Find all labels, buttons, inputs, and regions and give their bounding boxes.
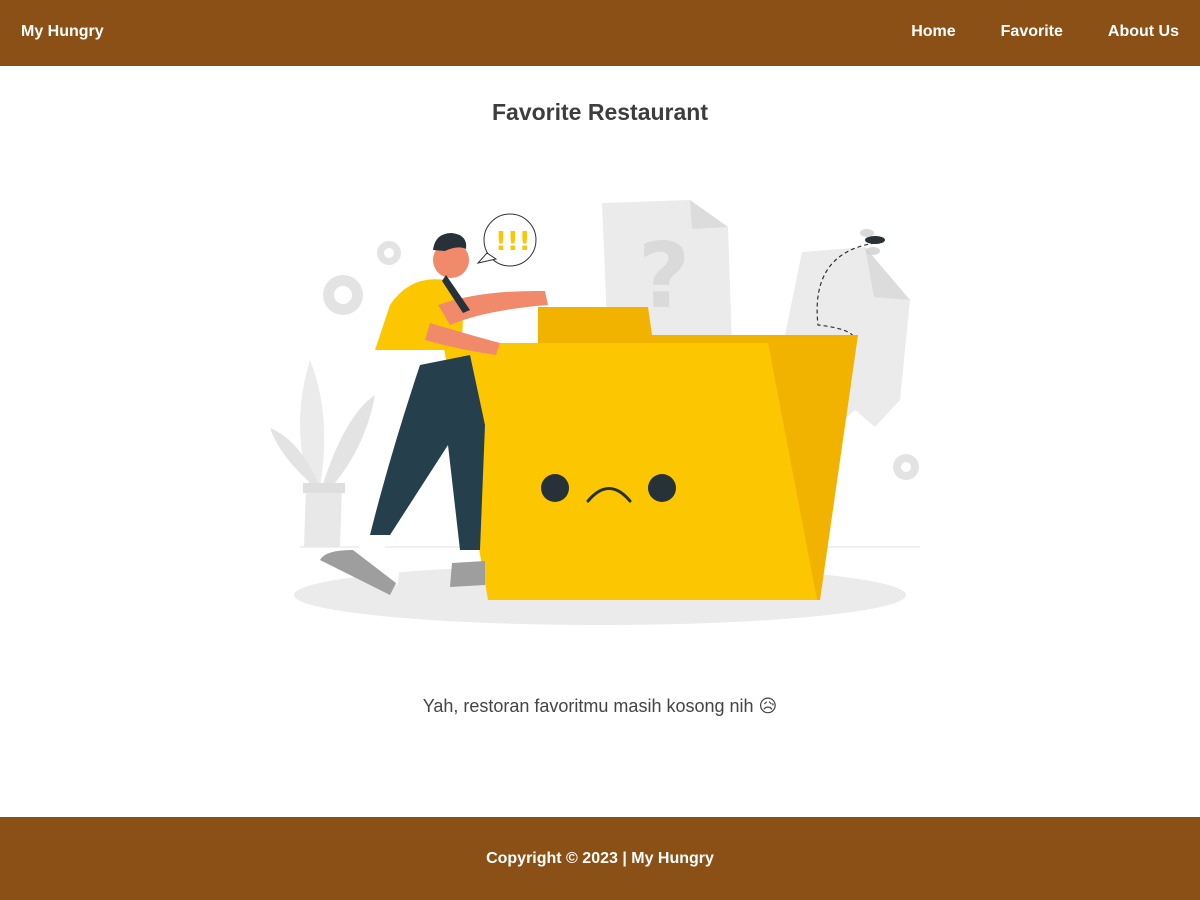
nav-link-about-us[interactable]: About Us [1108,22,1179,42]
speech-bubble-text: !!! [495,227,531,257]
folder-eye-left [541,474,569,502]
empty-favorites-message: Yah, restoran favoritmu masih kosong nih… [422,696,778,716]
nav-link-favorite[interactable]: Favorite [1001,22,1063,42]
main-nav: Home Favorite About Us [911,22,1179,42]
nav-link-home[interactable]: Home [911,22,955,42]
page-title: Favorite Restaurant [491,99,708,125]
folder-eye-right [648,474,676,502]
folder-icon [443,307,858,600]
empty-folder-illustration: ? !!! [270,200,920,625]
copyright-text: Copyright © 2023 | My Hungry [486,850,714,867]
speech-bubble-icon: !!! [476,213,537,267]
plant-icon [270,360,375,547]
brand-logo-link[interactable]: My Hungry [21,22,104,42]
top-navbar: My Hungry Home Favorite About Us [0,0,1200,66]
